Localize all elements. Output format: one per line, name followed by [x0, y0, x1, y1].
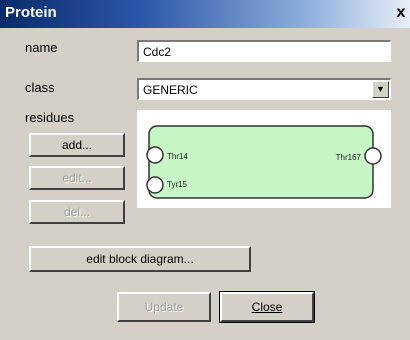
name-label: name [25, 40, 58, 55]
residue-site-thr14[interactable] [146, 146, 164, 164]
chevron-down-icon[interactable]: ▼ [372, 81, 389, 98]
title-bar: Protein x [0, 0, 410, 28]
update-button[interactable]: Update [117, 292, 211, 322]
class-select[interactable]: GENERIC ▼ [137, 78, 391, 100]
class-select-value: GENERIC [143, 83, 198, 97]
edit-block-diagram-button[interactable]: edit block diagram... [29, 246, 251, 272]
block-diagram-panel: Thr14 Tyr15 Thr167 [137, 110, 391, 208]
add-residue-button[interactable]: add... [29, 133, 125, 157]
residues-label: residues [25, 110, 75, 125]
block-diagram: Thr14 Tyr15 Thr167 [146, 125, 382, 199]
name-input[interactable]: Cdc2 [137, 40, 391, 62]
residue-site-tyr15[interactable] [146, 176, 164, 194]
residue-site-thr167[interactable] [364, 147, 382, 165]
name-input-value: Cdc2 [143, 45, 172, 59]
residue-label-tyr15: Tyr15 [167, 180, 188, 189]
residue-label-thr167: Thr167 [336, 153, 362, 162]
delete-residue-button[interactable]: del... [29, 200, 125, 224]
class-label: class [25, 80, 55, 95]
edit-residue-button[interactable]: edit... [29, 166, 125, 190]
close-button[interactable]: Close [219, 291, 315, 323]
residue-label-thr14: Thr14 [167, 152, 188, 161]
window-title: Protein [5, 4, 57, 21]
close-button-label: Close [251, 300, 283, 314]
close-window-button[interactable]: x [392, 2, 410, 24]
